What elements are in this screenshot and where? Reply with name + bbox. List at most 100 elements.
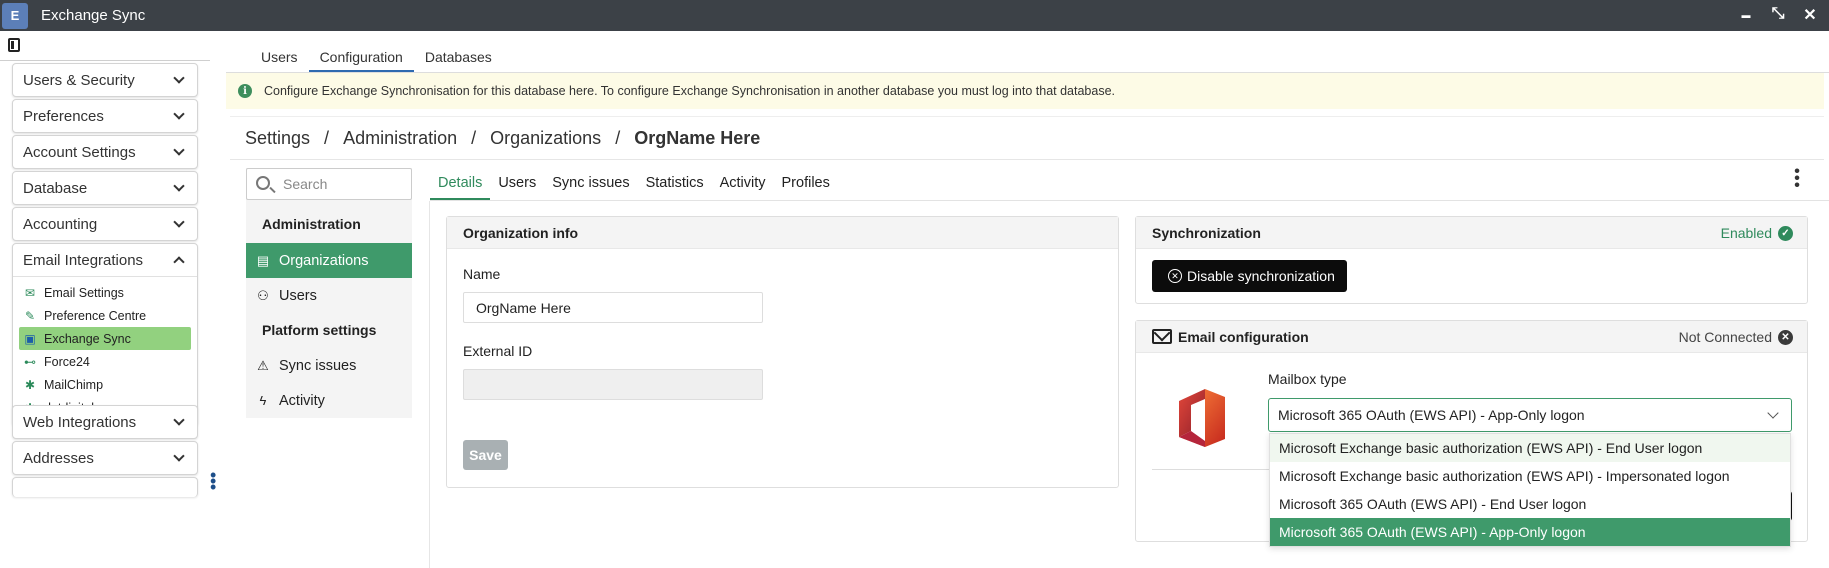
- envelope-icon: [1152, 329, 1172, 344]
- sidebar-group-addresses[interactable]: Addresses: [12, 441, 198, 475]
- warning-icon: ⚠: [257, 357, 269, 373]
- close-circle-icon: ✕: [1168, 269, 1182, 283]
- sidebar-item-preference-centre[interactable]: ✎ Preference Centre: [19, 304, 191, 327]
- nav-section-platform: Platform settings: [262, 322, 377, 338]
- sidebar-item-mailchimp[interactable]: ✱ MailChimp: [19, 373, 191, 396]
- sidebar-item-label: Exchange Sync: [44, 331, 131, 346]
- panel-title-text: Email configuration: [1178, 328, 1309, 345]
- exchange-app-icon: E: [2, 2, 28, 29]
- restore-icon[interactable]: ⤡: [1769, 5, 1787, 25]
- tab-users[interactable]: Users: [490, 165, 544, 201]
- top-tabs: Users Configuration Databases: [250, 40, 503, 73]
- sidebar-group-label: Addresses: [23, 449, 94, 467]
- tab-users[interactable]: Users: [250, 40, 309, 73]
- sidebar-group-label: Email Integrations: [23, 251, 144, 269]
- breadcrumb-organizations[interactable]: Organizations: [490, 128, 601, 149]
- sidebar-resize-handle-icon[interactable]: • • •: [210, 466, 216, 496]
- search-placeholder: Search: [283, 176, 328, 192]
- breadcrumb-administration[interactable]: Administration: [343, 128, 457, 149]
- nav-item-label: Sync issues: [279, 357, 357, 374]
- external-id-field[interactable]: [463, 369, 763, 400]
- edit-icon: ✎: [24, 308, 36, 323]
- mailbox-type-select[interactable]: Microsoft 365 OAuth (EWS API) - App-Only…: [1268, 398, 1792, 432]
- sidebar-group-account-settings[interactable]: Account Settings: [12, 135, 198, 169]
- chevron-down-icon: [173, 108, 185, 120]
- sidebar-item-email-settings[interactable]: ✉ Email Settings: [19, 281, 191, 304]
- disable-sync-button[interactable]: ✕ Disable synchronization: [1152, 260, 1347, 292]
- activity-icon: ϟ: [259, 393, 267, 408]
- envelope-open-icon: ✉: [24, 285, 36, 300]
- divider: [1152, 469, 1280, 470]
- window-title: Exchange Sync: [41, 7, 146, 24]
- organization-info-panel: Organization info Name OrgName Here Exte…: [446, 216, 1119, 488]
- sidebar-group-header[interactable]: Email Integrations: [13, 244, 197, 276]
- status-badge: Enabled ✓: [1721, 225, 1793, 241]
- chevron-down-icon: [1767, 407, 1779, 419]
- force24-icon: ⊷: [24, 354, 36, 369]
- info-icon: i: [238, 84, 252, 98]
- sidebar-toggle-icon[interactable]: [8, 38, 20, 52]
- detail-tabs: Details Users Sync issues Statistics Act…: [430, 165, 838, 201]
- chevron-down-icon: [173, 450, 185, 462]
- tab-configuration[interactable]: Configuration: [308, 40, 414, 73]
- more-options-icon[interactable]: • • •: [1793, 164, 1801, 194]
- tab-sync-issues[interactable]: Sync issues: [544, 165, 637, 201]
- nav-item-sync-issues[interactable]: ⚠ Sync issues: [246, 348, 412, 383]
- office-365-logo-icon: [1179, 389, 1225, 447]
- save-button[interactable]: Save: [463, 440, 508, 470]
- nav-item-users[interactable]: ⚇ Users: [246, 278, 412, 313]
- panel-title-text: Synchronization: [1152, 224, 1261, 241]
- minimize-icon[interactable]: ▬: [1737, 5, 1755, 25]
- nav-section-administration: Administration: [262, 216, 361, 232]
- select-value: Microsoft 365 OAuth (EWS API) - App-Only…: [1278, 407, 1585, 423]
- dropdown-option-selected[interactable]: Microsoft 365 OAuth (EWS API) - App-Only…: [1270, 518, 1790, 546]
- breadcrumb-settings[interactable]: Settings: [245, 128, 310, 149]
- name-field[interactable]: OrgName Here: [463, 292, 763, 323]
- divider: [430, 200, 1829, 201]
- breadcrumb: Settings / Administration / Organization…: [230, 116, 1824, 160]
- sidebar-item-label: Preference Centre: [44, 308, 147, 323]
- nav-item-label: Organizations: [279, 252, 369, 269]
- sidebar-item-label: Force24: [44, 354, 90, 369]
- sidebar-group-users-security[interactable]: Users & Security: [12, 63, 198, 97]
- sidebar-item-exchange-sync[interactable]: ▣ Exchange Sync: [19, 327, 191, 350]
- sidebar-group-preferences[interactable]: Preferences: [12, 99, 198, 133]
- status-text: Not Connected: [1678, 329, 1772, 345]
- sidebar-group-label: Preferences: [23, 107, 104, 125]
- sidebar-group-database[interactable]: Database: [12, 171, 198, 205]
- external-id-label: External ID: [463, 343, 533, 359]
- tab-statistics[interactable]: Statistics: [638, 165, 712, 201]
- tab-databases[interactable]: Databases: [414, 40, 503, 73]
- close-icon[interactable]: ✕: [1801, 5, 1819, 25]
- banner-text: Configure Exchange Synchronisation for t…: [264, 84, 1116, 98]
- settings-nav: Search Administration ▤ Organizations ⚇ …: [246, 168, 412, 418]
- dropdown-option[interactable]: Microsoft Exchange basic authorization (…: [1270, 462, 1790, 490]
- synchronization-panel: Synchronization Enabled ✓ ✕ Disable sync…: [1135, 216, 1808, 304]
- sidebar-item-force24[interactable]: ⊷ Force24: [19, 350, 191, 373]
- sidebar-group-accounting[interactable]: Accounting: [12, 207, 198, 241]
- breadcrumb-separator: /: [471, 127, 477, 148]
- tab-profiles[interactable]: Profiles: [774, 165, 838, 201]
- divider: [0, 60, 210, 61]
- dropdown-option[interactable]: Microsoft Exchange basic authorization (…: [1270, 434, 1790, 462]
- sidebar: Users & Security Preferences Account Set…: [0, 31, 210, 568]
- sidebar-group-cutoff[interactable]: [12, 477, 198, 497]
- sidebar-group-web-integrations[interactable]: Web Integrations: [12, 405, 198, 439]
- name-label: Name: [463, 266, 501, 282]
- tab-details[interactable]: Details: [430, 165, 491, 201]
- search-input[interactable]: Search: [246, 168, 412, 200]
- sidebar-submenu: ✉ Email Settings ✎ Preference Centre ▣ Exch…: [13, 276, 197, 425]
- sidebar-group-label: Accounting: [23, 215, 98, 233]
- nav-item-activity[interactable]: ϟ Activity: [246, 383, 412, 418]
- close-circle-icon: ✕: [1778, 329, 1793, 345]
- nav-item-organizations[interactable]: ▤ Organizations: [246, 243, 412, 278]
- check-circle-icon: ✓: [1778, 225, 1793, 241]
- users-icon: ⚇: [257, 287, 269, 303]
- chevron-down-icon: [173, 414, 185, 426]
- chevron-down-icon: [173, 72, 185, 84]
- sidebar-group-label: Web Integrations: [23, 413, 137, 431]
- nav-item-label: Activity: [279, 392, 325, 409]
- dropdown-option[interactable]: Microsoft 365 OAuth (EWS API) - End User…: [1270, 490, 1790, 518]
- tab-activity[interactable]: Activity: [712, 165, 774, 201]
- chevron-down-icon: [173, 144, 185, 156]
